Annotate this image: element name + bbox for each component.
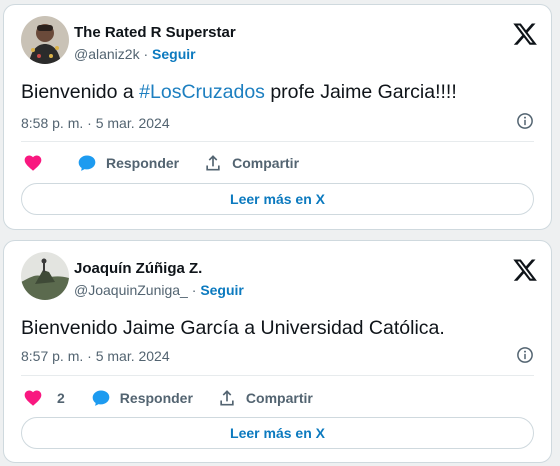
reply-button[interactable]: Responder — [91, 388, 193, 408]
x-logo-icon[interactable] — [513, 22, 537, 46]
author-name[interactable]: Joaquín Zúñiga Z. — [74, 260, 244, 278]
hashtag-link[interactable]: #LosCruzados — [139, 81, 265, 103]
like-button[interactable] — [21, 153, 43, 173]
embedded-post-card: Joaquín Zúñiga Z. @JoaquinZuniga_ · Segu… — [3, 240, 552, 463]
reply-label: Responder — [106, 155, 180, 171]
share-icon — [220, 390, 234, 406]
like-button[interactable]: 2 — [21, 388, 65, 408]
share-button[interactable]: Compartir — [217, 388, 313, 408]
embedded-post-card: The Rated R Superstar @alaniz2k · Seguir… — [3, 4, 552, 230]
reply-bubble-icon — [78, 155, 96, 171]
heart-icon — [24, 155, 42, 171]
share-label: Compartir — [232, 155, 300, 171]
info-icon[interactable] — [516, 112, 534, 130]
author-name[interactable]: The Rated R Superstar — [74, 24, 236, 42]
reply-label: Responder — [119, 390, 193, 406]
reply-button[interactable]: Responder — [77, 153, 179, 173]
reply-bubble-icon — [92, 390, 110, 406]
avatar[interactable] — [21, 252, 69, 300]
post-header: The Rated R Superstar @alaniz2k · Seguir — [21, 16, 537, 68]
post-text-part: profe Jaime Garcia!!!! — [264, 81, 457, 103]
post-actions: Responder Compartir — [21, 151, 534, 175]
like-count: 2 — [57, 390, 65, 406]
share-icon — [206, 155, 220, 171]
separator-dot: · — [191, 282, 197, 298]
divider — [21, 141, 534, 142]
follow-button[interactable]: Seguir — [152, 46, 196, 62]
divider — [21, 375, 534, 376]
share-label: Compartir — [245, 390, 313, 406]
share-button[interactable]: Compartir — [203, 153, 299, 173]
read-more-button[interactable]: Leer más en X — [21, 183, 534, 215]
post-text-part: Bienvenido a — [21, 81, 140, 103]
author-handle[interactable]: @JoaquinZuniga_ — [74, 282, 188, 298]
read-more-button[interactable]: Leer más en X — [21, 417, 534, 449]
avatar[interactable] — [21, 16, 69, 64]
follow-button[interactable]: Seguir — [200, 282, 244, 298]
post-text: Bienvenido a #LosCruzados profe Jaime Ga… — [21, 79, 535, 105]
post-actions: 2 Responder Compartir — [21, 386, 534, 410]
post-timestamp[interactable]: 8:58 p. m. · 5 mar. 2024 — [21, 115, 170, 131]
post-text: Bienvenido Jaime García a Universidad Ca… — [21, 317, 445, 339]
post-timestamp[interactable]: 8:57 p. m. · 5 mar. 2024 — [21, 348, 170, 364]
info-icon[interactable] — [516, 346, 534, 364]
author-handle[interactable]: @alaniz2k — [74, 46, 140, 62]
heart-icon — [24, 390, 42, 406]
x-logo-icon[interactable] — [513, 258, 537, 282]
post-header: Joaquín Zúñiga Z. @JoaquinZuniga_ · Segu… — [21, 252, 537, 304]
separator-dot: · — [143, 46, 149, 62]
